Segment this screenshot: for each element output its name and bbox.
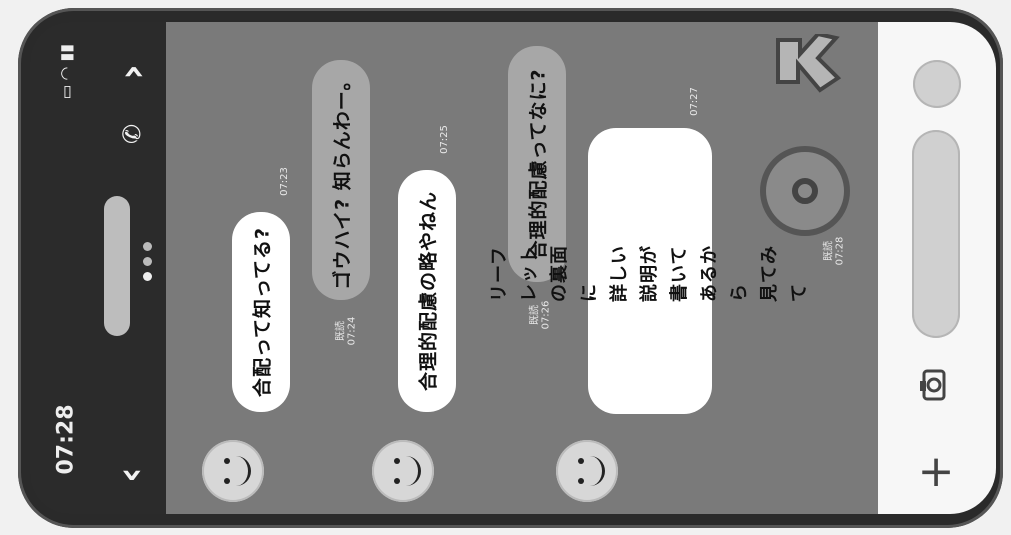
avatar bbox=[556, 440, 618, 502]
smiley-icon bbox=[556, 440, 618, 502]
ok-sticker[interactable] bbox=[752, 34, 862, 236]
plus-icon[interactable]: + bbox=[914, 450, 958, 494]
status-time: 07:28 bbox=[53, 404, 79, 475]
chevron-down-icon[interactable]: ‹ bbox=[108, 455, 152, 495]
camera-icon[interactable] bbox=[914, 365, 954, 405]
message-bubble-5[interactable]: リーフレットの裏面に 詳しい説明が書いてあるから 見てみて bbox=[489, 128, 810, 414]
message-bubble-2[interactable]: ゴウハイ? 知らんわー。 bbox=[312, 60, 370, 300]
circle-icon[interactable] bbox=[913, 60, 961, 108]
dot-icon bbox=[142, 242, 152, 251]
message-meta-4: 既読 07:26 bbox=[529, 300, 552, 330]
contact-name-pill bbox=[104, 196, 130, 336]
chevron-up-icon[interactable]: › bbox=[110, 52, 154, 92]
status-icons: ▮▮ ◠ ▭ bbox=[50, 36, 82, 116]
avatar bbox=[202, 440, 264, 502]
dot-icon bbox=[142, 257, 152, 266]
smiley-icon bbox=[202, 440, 264, 502]
phone-icon[interactable]: ✆ bbox=[118, 116, 146, 144]
message-input[interactable] bbox=[912, 130, 960, 338]
message-meta-2: 既読 07:24 bbox=[335, 316, 358, 346]
message-meta-6: 既読 07:28 bbox=[823, 236, 846, 266]
message-time-1: 07:23 bbox=[278, 167, 290, 196]
avatar bbox=[372, 440, 434, 502]
message-time-3: 07:25 bbox=[438, 125, 450, 154]
dot-active-icon bbox=[142, 272, 152, 281]
message-time-5: 07:27 bbox=[688, 87, 700, 116]
sticker-o-icon bbox=[760, 146, 850, 236]
smiley-icon bbox=[372, 440, 434, 502]
message-bubble-1[interactable]: 合配って知ってる? bbox=[232, 212, 290, 412]
page-dots bbox=[140, 236, 154, 296]
sticker-k-icon bbox=[776, 34, 842, 93]
message-bubble-3[interactable]: 合理的配慮の略やねん bbox=[398, 170, 456, 412]
battery-icon: ▭ bbox=[56, 84, 76, 100]
